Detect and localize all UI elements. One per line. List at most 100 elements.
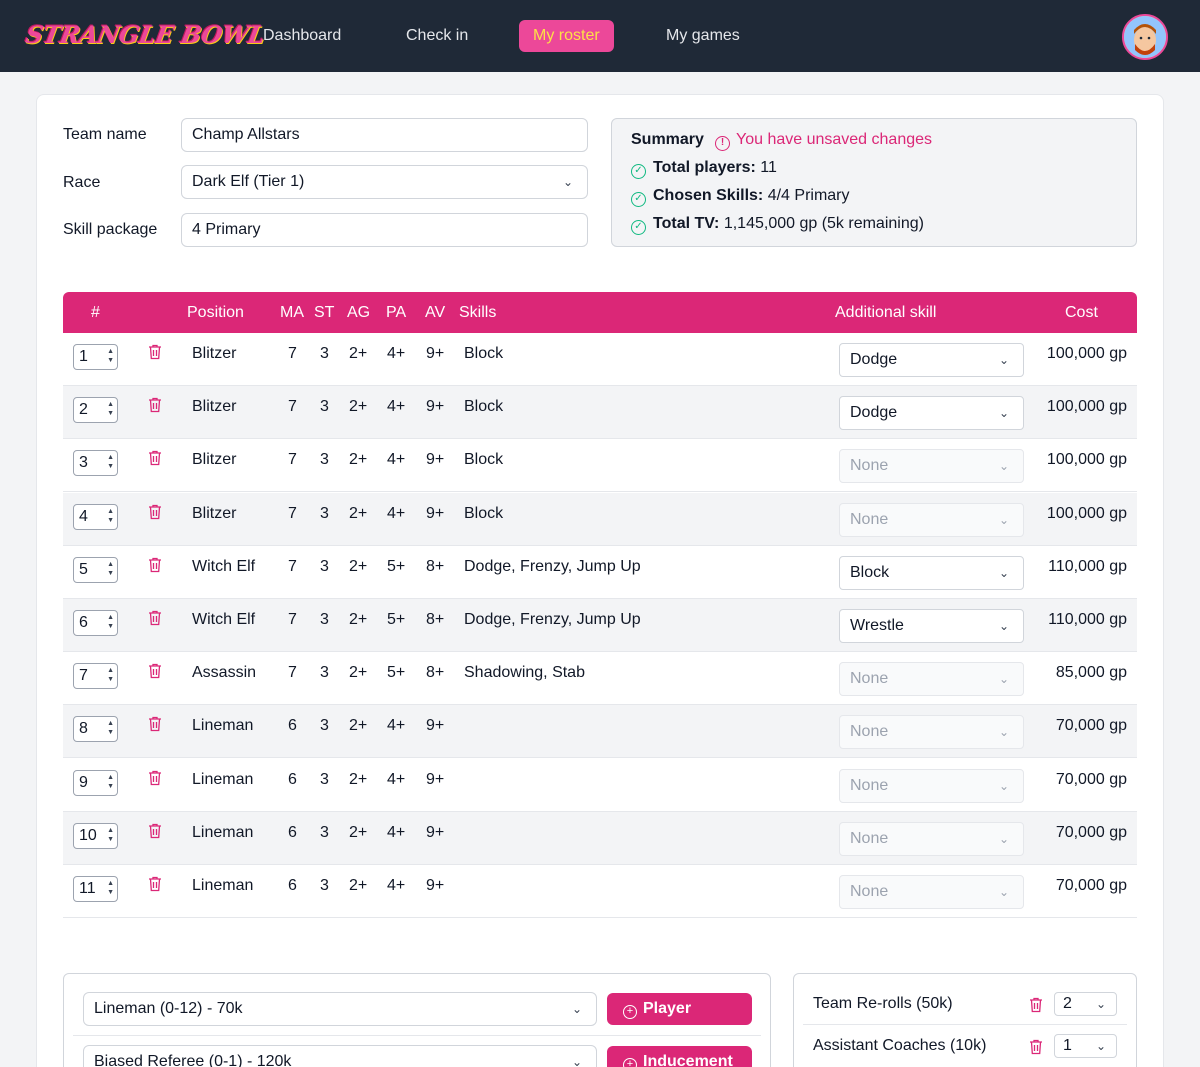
ma-cell: 6 xyxy=(288,877,297,894)
col-ag: AG xyxy=(347,304,371,321)
st-cell: 3 xyxy=(320,664,329,682)
chevron-down-icon: ⌄ xyxy=(998,725,1009,740)
stepper-arrows-icon[interactable]: ▲ ▼ xyxy=(107,400,114,418)
pa-cell: 4+ xyxy=(387,770,406,788)
additional-skill-select[interactable]: Wrestle ⌄ xyxy=(839,609,1024,643)
chevron-down-icon: ⌄ xyxy=(562,175,573,189)
logo[interactable]: STRANGLE BOWL xyxy=(23,20,267,49)
skill-package-label: Skill package xyxy=(63,221,158,238)
table-row: 10 ▲ ▼ Lineman 6 3 2+ 4+ 9+ None ⌄ 70,000 gp xyxy=(63,811,1137,865)
st-cell: 3 xyxy=(320,345,329,362)
stepper-arrows-icon[interactable]: ▲ ▼ xyxy=(107,347,114,365)
st-cell: 3 xyxy=(320,611,329,628)
trash-icon[interactable] xyxy=(148,716,162,732)
additional-skill-select[interactable]: Block ⌄ xyxy=(839,555,1024,590)
player-number-stepper[interactable]: 2 ▲ ▼ xyxy=(73,397,118,424)
ma-cell: 6 xyxy=(288,770,297,788)
additional-skill-select[interactable]: Dodge ⌄ xyxy=(839,343,1024,377)
trash-icon[interactable] xyxy=(148,557,162,573)
summary-players: ✓ Total players: 11 xyxy=(631,159,777,179)
table-header: # Position MA ST AG PA AV Skills Additio… xyxy=(63,292,1137,333)
skill-package-input[interactable]: 4 Primary xyxy=(181,213,588,247)
plus-circle-icon: + xyxy=(623,1005,637,1019)
add-inducement-button[interactable]: + Inducement xyxy=(607,1046,752,1067)
rerolls-select[interactable]: 2 ⌄ xyxy=(1054,992,1117,1016)
player-number-stepper[interactable]: 8 ▲ ▼ xyxy=(73,716,118,743)
ma-cell: 7 xyxy=(288,504,297,522)
race-value: Dark Elf (Tier 1) xyxy=(192,173,305,190)
ma-cell: 7 xyxy=(288,398,297,416)
player-number-stepper[interactable]: 10 ▲ ▼ xyxy=(73,822,118,849)
race-select[interactable]: Dark Elf (Tier 1) ⌄ xyxy=(181,165,588,199)
position-cell: Lineman xyxy=(192,717,254,735)
position-cell: Witch Elf xyxy=(192,557,256,575)
alert-icon: ! xyxy=(715,136,730,151)
player-number-stepper[interactable]: 9 ▲ ▼ xyxy=(73,769,118,796)
ma-cell: 6 xyxy=(288,823,297,841)
nav-my-games[interactable]: My games xyxy=(652,20,754,52)
trash-icon[interactable] xyxy=(148,504,162,520)
nav-my-roster[interactable]: My roster xyxy=(519,20,614,52)
trash-icon[interactable] xyxy=(148,823,162,839)
player-number-stepper[interactable]: 3 ▲ ▼ xyxy=(73,450,118,477)
player-number-stepper[interactable]: 7 ▲ ▼ xyxy=(73,663,118,690)
additional-skill-select[interactable]: Dodge ⌄ xyxy=(839,396,1024,431)
pa-cell: 4+ xyxy=(387,504,406,522)
player-number-stepper[interactable]: 5 ▲ ▼ xyxy=(73,556,118,583)
stepper-arrows-icon[interactable]: ▲ ▼ xyxy=(107,773,114,791)
stepper-arrows-icon[interactable]: ▲ ▼ xyxy=(107,613,114,631)
inducement-select[interactable]: Biased Referee (0-1) - 120k ⌄ xyxy=(83,1045,597,1067)
table-row: 7 ▲ ▼ Assassin 7 3 2+ 5+ 8+ Shadowing, Stab None ⌄ 8… xyxy=(63,652,1137,706)
trash-icon[interactable] xyxy=(1029,1039,1043,1055)
av-cell: 8+ xyxy=(426,664,445,682)
trash-icon[interactable] xyxy=(148,344,162,360)
table-row: 5 ▲ ▼ Witch Elf 7 3 2+ 5+ 8+ Dodge, Frenzy, Jump … xyxy=(63,546,1137,599)
stepper-arrows-icon[interactable]: ▲ ▼ xyxy=(107,826,114,844)
rerolls-label: Team Re-rolls (50k) xyxy=(813,995,953,1012)
av-cell: 8+ xyxy=(426,611,445,628)
team-name-input[interactable]: Champ Allstars xyxy=(181,118,588,152)
nav-check-in[interactable]: Check in xyxy=(392,20,482,52)
stepper-arrows-icon[interactable]: ▲ ▼ xyxy=(107,666,114,684)
summary-skills: ✓ Chosen Skills: 4/4 Primary xyxy=(631,187,850,207)
stepper-arrows-icon[interactable]: ▲ ▼ xyxy=(107,719,114,737)
trash-icon[interactable] xyxy=(148,770,162,786)
stepper-arrows-icon[interactable]: ▲ ▼ xyxy=(107,879,114,897)
stepper-arrows-icon[interactable]: ▲ ▼ xyxy=(107,507,114,525)
player-number-stepper[interactable]: 6 ▲ ▼ xyxy=(73,610,118,636)
chevron-down-icon: ⌄ xyxy=(998,672,1009,687)
ma-cell: 6 xyxy=(288,717,297,735)
plus-circle-icon: + xyxy=(623,1058,637,1067)
stepper-arrows-icon[interactable]: ▲ ▼ xyxy=(107,453,114,471)
trash-icon[interactable] xyxy=(148,663,162,679)
additional-skill-select: None ⌄ xyxy=(839,449,1024,484)
trash-icon[interactable] xyxy=(1029,997,1043,1013)
avatar[interactable] xyxy=(1122,14,1168,60)
trash-icon[interactable] xyxy=(148,610,162,626)
cost-cell: 85,000 gp xyxy=(1055,664,1127,682)
stepper-arrows-icon[interactable]: ▲ ▼ xyxy=(107,560,114,578)
player-select[interactable]: Lineman (0-12) - 70k ⌄ xyxy=(83,992,597,1026)
trash-icon[interactable] xyxy=(148,876,162,892)
coaches-select[interactable]: 1 ⌄ xyxy=(1054,1034,1117,1058)
add-player-button[interactable]: + Player xyxy=(607,993,752,1025)
av-cell: 8+ xyxy=(426,557,445,575)
col-av: AV xyxy=(425,304,446,321)
position-cell: Blitzer xyxy=(192,345,237,362)
ma-cell: 7 xyxy=(288,557,297,575)
player-number-stepper[interactable]: 1 ▲ ▼ xyxy=(73,344,118,370)
nav-dashboard[interactable]: Dashboard xyxy=(249,20,355,52)
divider xyxy=(73,1035,761,1036)
cost-cell: 70,000 gp xyxy=(1055,717,1127,735)
ag-cell: 2+ xyxy=(349,557,368,575)
skills-cell: Block xyxy=(464,398,504,416)
top-nav: STRANGLE BOWL Dashboard Check in My rost… xyxy=(0,0,1200,72)
trash-icon[interactable] xyxy=(148,450,162,466)
player-number-stepper[interactable]: 11 ▲ ▼ xyxy=(73,876,118,902)
race-label: Race xyxy=(63,174,101,191)
trash-icon[interactable] xyxy=(148,397,162,413)
player-number-stepper[interactable]: 4 ▲ ▼ xyxy=(73,503,118,530)
position-cell: Lineman xyxy=(192,877,254,894)
position-cell: Blitzer xyxy=(192,504,237,522)
av-cell: 9+ xyxy=(426,770,445,788)
